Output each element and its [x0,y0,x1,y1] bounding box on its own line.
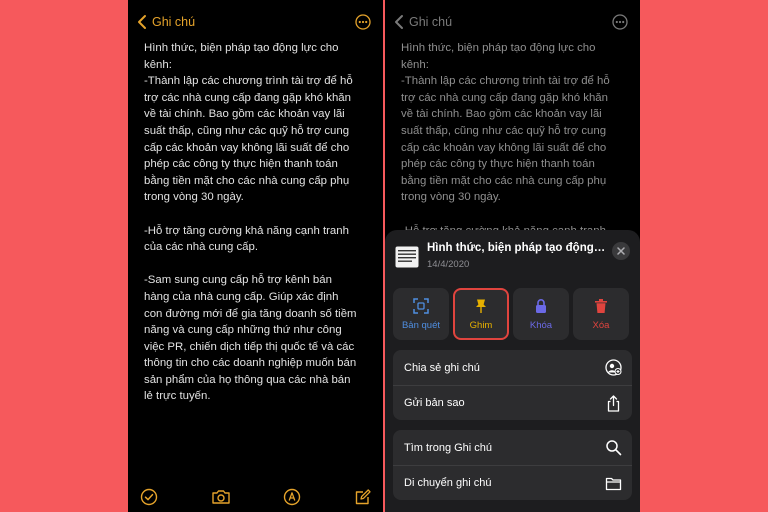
camera-icon[interactable] [211,488,231,506]
navigation-bar: Ghi chú [128,0,383,44]
lock-label: Khóa [529,319,553,331]
back-button[interactable]: Ghi chú [393,13,452,31]
pin-label: Ghim [469,319,493,331]
pin-icon [476,299,486,313]
trash-icon [595,298,607,313]
delete-label: Xóa [592,319,610,331]
share-note-label: Chia sẻ ghi chú [404,361,480,374]
close-button[interactable] [612,242,630,260]
more-options-icon[interactable] [355,14,371,30]
close-icon [617,247,625,255]
share-icon [607,395,620,412]
note-options-sheet: Hình thức, biện pháp tạo động lực cho kê… [385,230,640,512]
note-body[interactable]: Hình thức, biện pháp tạo động lực cho kê… [144,40,373,405]
sheet-header: Hình thức, biện pháp tạo động lực cho kê… [395,240,630,276]
markup-pen-icon[interactable] [283,488,301,506]
scan-label: Bản quét [401,319,441,331]
notes-screen-left: Ghi chú Hình thức, biện pháp tạo động lự… [128,0,383,512]
move-note-item[interactable]: Di chuyển ghi chú [393,465,632,500]
compose-icon[interactable] [354,488,372,506]
back-button[interactable]: Ghi chú [136,13,195,31]
find-in-note-label: Tìm trong Ghi chú [404,441,493,454]
search-icon [606,440,622,456]
organize-menu-group: Tìm trong Ghi chú Di chuyển ghi chú [393,430,632,500]
more-options-icon[interactable] [612,14,628,30]
share-note-item[interactable]: Chia sẻ ghi chú [393,350,632,385]
navigation-bar: Ghi chú [385,0,640,44]
back-label: Ghi chú [409,15,453,29]
quick-actions: Bản quét Ghim Khóa Xóa [393,288,632,340]
chevron-left-icon [138,15,146,29]
share-menu-group: Chia sẻ ghi chú Gửi bản sao [393,350,632,420]
sheet-note-date: 14/4/2020 [427,259,470,270]
note-thumbnail-icon [395,246,419,268]
lock-icon [536,298,546,313]
delete-button[interactable]: Xóa [573,288,629,340]
chevron-left-icon [395,15,403,29]
pin-button[interactable]: Ghim [453,288,509,340]
back-label: Ghi chú [152,15,196,29]
notes-screen-right: Ghi chú Hình thức, biện pháp tạo động lự… [385,0,640,512]
share-note-icon [605,359,622,376]
scan-button[interactable]: Bản quét [393,288,449,340]
send-copy-label: Gửi bản sao [404,397,465,409]
send-copy-item[interactable]: Gửi bản sao [393,385,632,420]
bottom-toolbar [128,482,383,512]
lock-button[interactable]: Khóa [513,288,569,340]
move-note-label: Di chuyển ghi chú [404,477,492,489]
folder-icon [605,477,622,491]
checklist-icon[interactable] [140,488,158,506]
sheet-note-title: Hình thức, biện pháp tạo động lực cho kê… [427,242,607,254]
find-in-note-item[interactable]: Tìm trong Ghi chú [393,430,632,465]
scan-icon [413,297,429,314]
note-body: Hình thức, biện pháp tạo động lực cho kê… [401,42,610,237]
